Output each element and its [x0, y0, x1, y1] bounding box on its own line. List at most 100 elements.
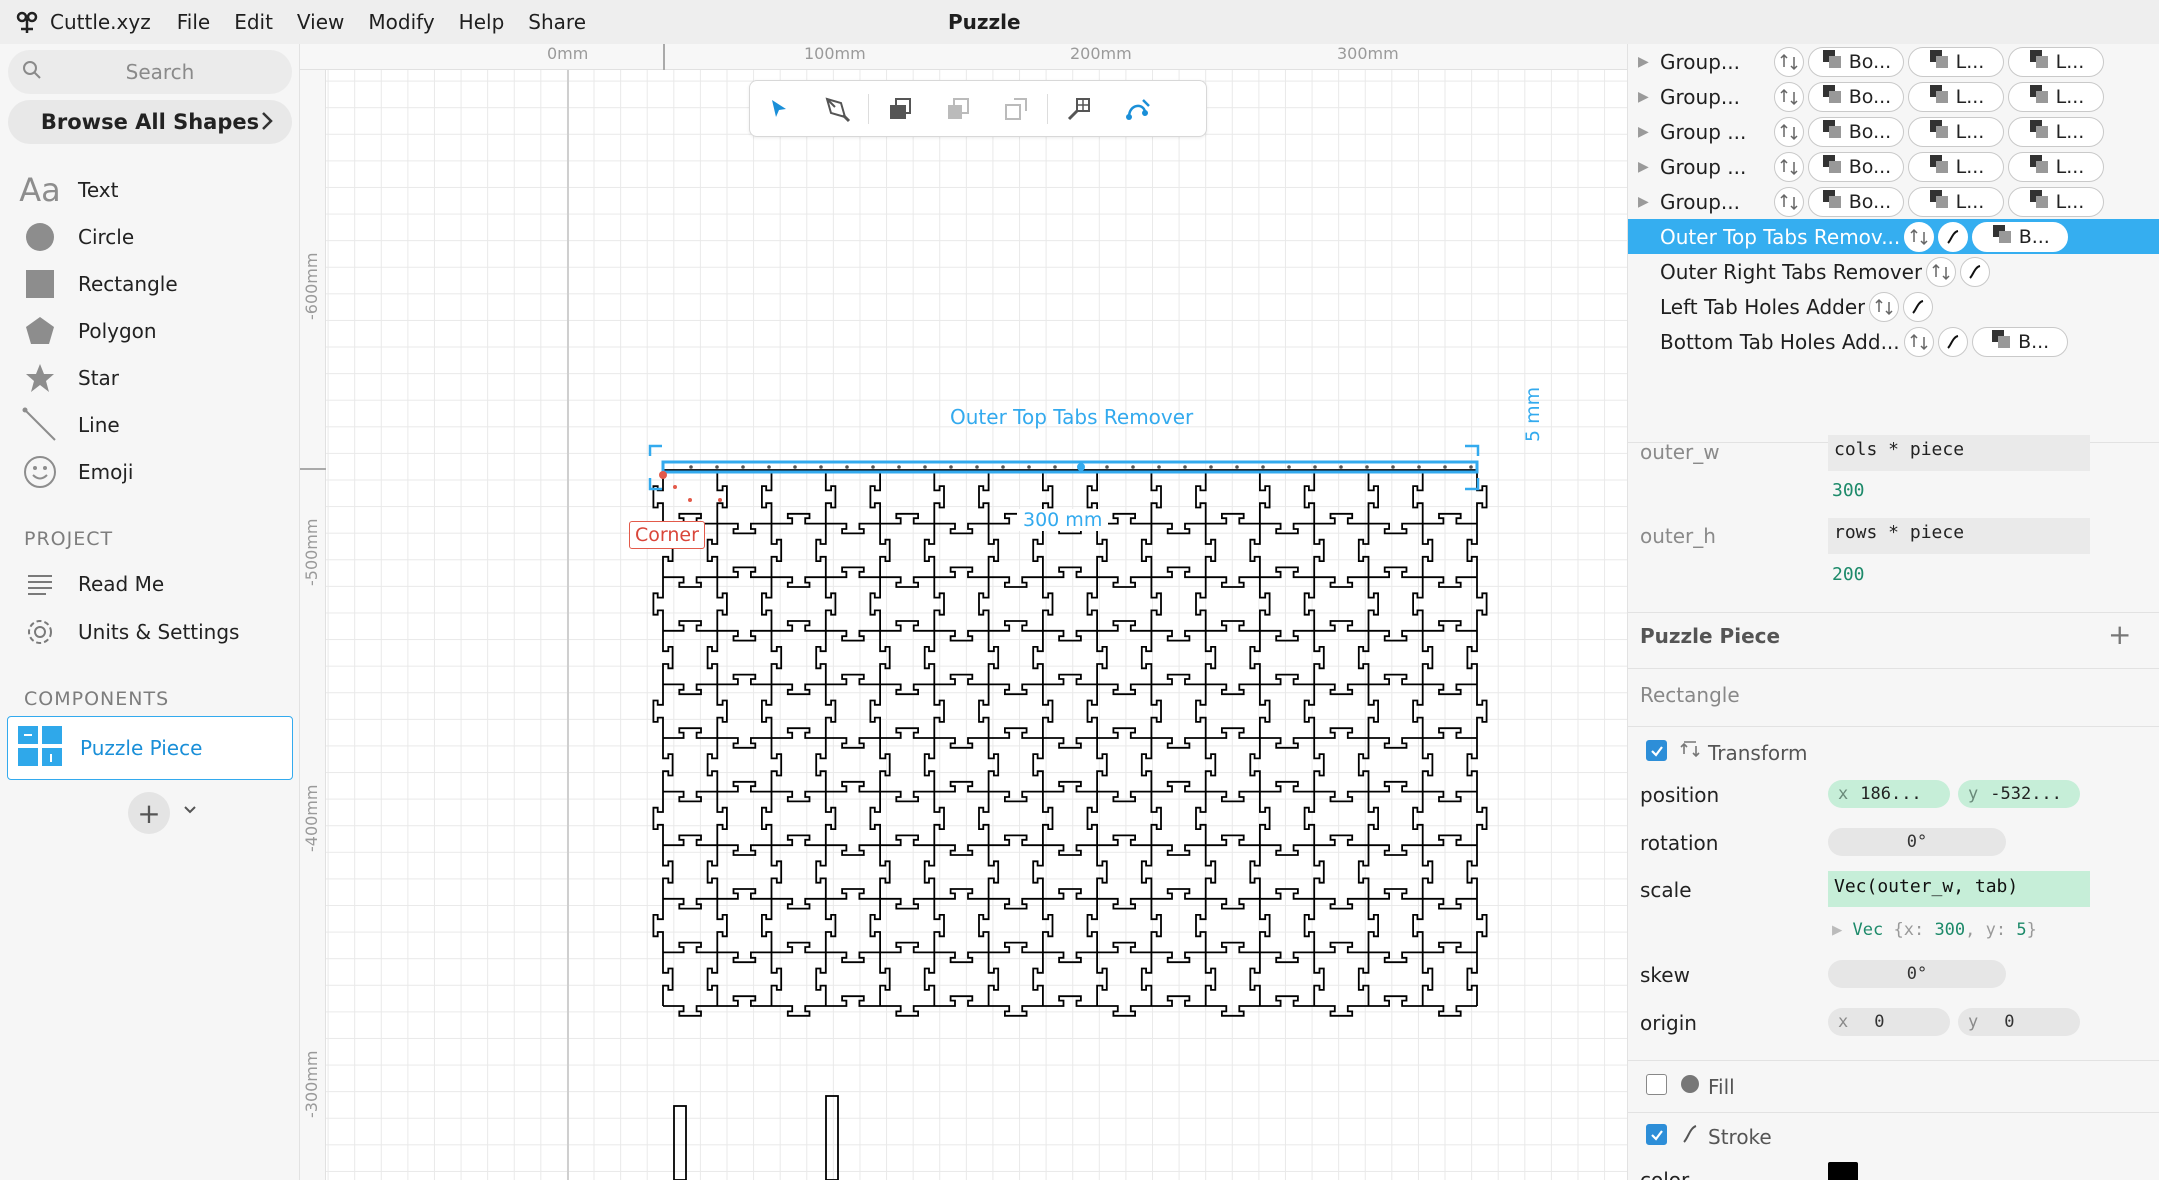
stroke-modifier-icon[interactable] [1938, 221, 1969, 252]
path-node[interactable] [1287, 465, 1291, 469]
modifier-pill[interactable]: L... [1908, 81, 2004, 112]
transform-modifier-icon[interactable] [1774, 81, 1804, 112]
expand-triangle-icon[interactable]: ▶ [1638, 159, 1650, 175]
path-node[interactable] [1027, 465, 1031, 469]
stroke-modifier-icon[interactable] [1960, 256, 1991, 287]
corner-label[interactable]: Corner [629, 521, 705, 549]
path-node[interactable] [1183, 465, 1187, 469]
stroke-checkbox[interactable] [1646, 1124, 1667, 1145]
path-node[interactable] [1131, 465, 1135, 469]
modifier-pill[interactable]: L... [1908, 186, 2004, 217]
layer-row[interactable]: ▶ Group... Bo... L... L... [1628, 184, 2159, 219]
select-arrow-icon[interactable] [750, 80, 808, 137]
path-node[interactable] [1365, 465, 1369, 469]
selection-corner-bracket[interactable] [1465, 478, 1480, 491]
path-node[interactable] [1391, 465, 1395, 469]
path-node[interactable] [1261, 465, 1265, 469]
skew-field[interactable]: 0° [1828, 960, 2006, 988]
link-grid-icon[interactable] [1050, 80, 1108, 137]
layer-row[interactable]: ▶ Group ... Bo... L... L... [1628, 114, 2159, 149]
rotation-field[interactable]: 0° [1828, 828, 2006, 856]
layer-row[interactable]: ▶ Group... Bo... L... L... [1628, 44, 2159, 79]
arrange-icon[interactable] [929, 80, 987, 137]
path-node[interactable] [689, 465, 693, 469]
transform-modifier-icon[interactable] [1774, 186, 1804, 217]
transform-modifier-icon[interactable] [1774, 116, 1804, 147]
path-node[interactable] [1209, 465, 1213, 469]
transform-modifier-icon[interactable] [1904, 221, 1935, 252]
puzzle-grid-path[interactable] [652, 470, 1488, 1017]
layer-row[interactable]: Bottom Tab Holes Add... B... [1628, 324, 2159, 359]
modifier-pill[interactable]: Bo... [1808, 151, 1904, 182]
partial-shape[interactable] [825, 1095, 839, 1180]
transform-checkbox[interactable] [1646, 740, 1667, 761]
modifier-pill[interactable]: Bo... [1808, 116, 1904, 147]
path-node[interactable] [897, 465, 901, 469]
modifier-pill[interactable]: B... [1972, 221, 2069, 252]
partial-shape[interactable] [673, 1105, 687, 1180]
layer-row[interactable]: Outer Top Tabs Remov... B... [1628, 219, 2159, 254]
param-expression-outer-w[interactable]: cols * piece [1828, 435, 2090, 471]
transform-modifier-icon[interactable] [1774, 151, 1804, 182]
selection-corner-bracket[interactable] [648, 444, 662, 456]
path-node[interactable] [975, 465, 979, 469]
expand-triangle-icon[interactable]: ▶ [1832, 920, 1842, 940]
param-expression-outer-h[interactable]: rows * piece [1828, 518, 2090, 554]
modifier-pill[interactable]: L... [1908, 46, 2004, 77]
path-node[interactable] [767, 465, 771, 469]
origin-x-field[interactable]: x0 [1828, 1008, 1950, 1036]
layer-row[interactable]: Outer Right Tabs Remover [1628, 254, 2159, 289]
stroke-modifier-icon[interactable] [1903, 291, 1934, 322]
path-node[interactable] [871, 465, 875, 469]
expand-triangle-icon[interactable]: ▶ [1638, 54, 1650, 70]
puzzle-paths[interactable] [652, 469, 1488, 1017]
modifier-pill[interactable]: L... [2008, 186, 2104, 217]
add-parameter-button[interactable]: + [2108, 618, 2131, 651]
pen-icon[interactable] [808, 80, 866, 137]
selected-rectangle[interactable] [661, 460, 1479, 474]
path-node[interactable] [923, 465, 927, 469]
path-edit-icon[interactable] [1108, 80, 1166, 137]
corner-handle[interactable] [659, 471, 667, 479]
path-node[interactable] [1313, 465, 1317, 469]
path-node[interactable] [845, 465, 849, 469]
modifier-pill[interactable]: Bo... [1808, 46, 1904, 77]
modifier-pill[interactable]: Bo... [1808, 81, 1904, 112]
path-node[interactable] [1339, 465, 1343, 469]
expand-triangle-icon[interactable]: ▶ [1638, 194, 1650, 210]
path-node[interactable] [1077, 463, 1085, 471]
modifier-pill[interactable]: L... [2008, 116, 2104, 147]
stroke-color-swatch[interactable] [1828, 1162, 1858, 1180]
send-backward-icon[interactable] [987, 80, 1045, 137]
modifier-pill[interactable]: Bo... [1808, 186, 1904, 217]
scale-result[interactable]: ▶ Vec {x: 300, y: 5} [1832, 920, 2037, 940]
selection-corner-bracket[interactable] [1465, 444, 1480, 456]
path-node[interactable] [1235, 465, 1239, 469]
partial-shapes[interactable] [673, 1095, 839, 1180]
selection-overlay[interactable] [648, 444, 1480, 502]
transform-modifier-icon[interactable] [1926, 256, 1957, 287]
origin-y-field[interactable]: y0 [1958, 1008, 2080, 1036]
path-node[interactable] [1001, 465, 1005, 469]
path-node[interactable] [715, 465, 719, 469]
modifier-pill[interactable]: L... [1908, 116, 2004, 147]
modifier-pill[interactable]: L... [2008, 46, 2104, 77]
position-x-field[interactable]: x 186... [1828, 780, 1950, 808]
path-node[interactable] [1417, 465, 1421, 469]
layer-row[interactable]: ▶ Group ... Bo... L... L... [1628, 149, 2159, 184]
modifier-pill[interactable]: L... [2008, 81, 2104, 112]
scale-expression[interactable]: Vec(outer_w, tab) [1828, 871, 2090, 907]
layer-row[interactable]: Left Tab Holes Adder [1628, 289, 2159, 324]
path-node[interactable] [819, 465, 823, 469]
modifier-pill[interactable]: L... [1908, 151, 2004, 182]
transform-modifier-icon[interactable] [1869, 291, 1900, 322]
path-node[interactable] [1157, 465, 1161, 469]
path-node[interactable] [793, 465, 797, 469]
path-node[interactable] [1469, 465, 1473, 469]
path-node[interactable] [741, 465, 745, 469]
bring-forward-icon[interactable] [871, 80, 929, 137]
stroke-modifier-icon[interactable] [1937, 326, 1968, 357]
expand-triangle-icon[interactable]: ▶ [1638, 89, 1650, 105]
transform-modifier-icon[interactable] [1774, 46, 1804, 77]
position-y-field[interactable]: y -532... [1958, 780, 2080, 808]
